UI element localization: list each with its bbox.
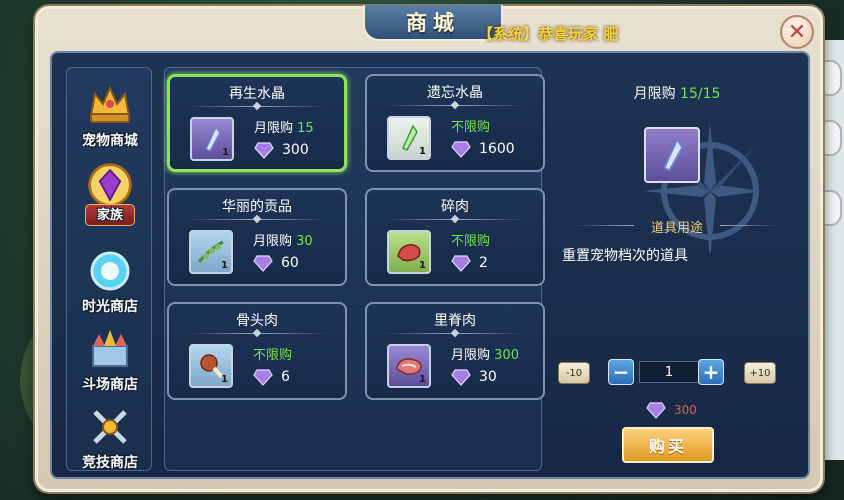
item-price: 30 <box>451 368 497 386</box>
competition-swords-icon <box>85 404 135 450</box>
item-limit: 不限购 <box>253 348 293 363</box>
item-price: 1600 <box>451 140 515 158</box>
shop-panel: 宠物商城 家族 时光商店 斗场商店 竞技商店 再生水晶 1 月限购 15 300… <box>50 51 810 479</box>
quantity-stepper: -10 − 1 + +10 <box>554 359 800 389</box>
gem-icon <box>254 142 274 159</box>
divider <box>385 219 525 220</box>
item-name: 再生水晶 <box>229 86 285 102</box>
item-card-forget-crystal[interactable]: 遗忘水晶 1 不限购 1600 <box>365 74 545 172</box>
item-use-header: 道具用途 <box>554 217 800 236</box>
total-price: 300 <box>646 401 697 419</box>
quantity-input[interactable]: 1 <box>639 361 699 383</box>
item-name: 碎肉 <box>441 199 469 215</box>
system-message: 【系统】恭喜玩家 肥 <box>478 25 619 43</box>
item-icon-slot: 1 <box>387 116 431 160</box>
item-name: 里脊肉 <box>434 313 476 329</box>
item-limit: 月限购 15 <box>254 121 314 136</box>
buy-button[interactable]: 购买 <box>622 427 714 463</box>
sidebar-item-label: 时光商店 <box>82 299 138 315</box>
item-icon-slot: 1 <box>387 344 431 388</box>
sidebar-item-label: 竞技商店 <box>82 455 138 471</box>
item-detail-panel: 月限购 15/15 道具用途 重置宠物档次的道具 -10 − 1 + +10 3… <box>554 67 800 471</box>
item-count: 1 <box>221 260 228 271</box>
gem-icon <box>451 369 471 386</box>
sidebar-item-pet-shop[interactable]: 宠物商城 <box>67 82 153 160</box>
close-button[interactable]: ✕ <box>780 15 814 49</box>
sidebar-item-label: 家族 <box>85 204 135 226</box>
item-use-description: 重置宠物档次的道具 <box>562 248 688 264</box>
sidebar-item-time-shop[interactable]: 时光商店 <box>67 248 153 326</box>
pet-shop-crown-icon <box>85 82 135 128</box>
item-price: 60 <box>253 254 299 272</box>
time-crystal-icon <box>85 248 135 294</box>
gem-icon <box>451 141 471 158</box>
divider <box>385 333 525 334</box>
divider <box>188 106 326 107</box>
gem-icon <box>451 255 471 272</box>
item-price: 6 <box>253 368 290 386</box>
close-icon: ✕ <box>787 19 807 45</box>
gem-icon <box>253 255 273 272</box>
item-icon-slot: 1 <box>189 344 233 388</box>
item-icon-slot: 1 <box>190 117 234 161</box>
minus-ten-button[interactable]: -10 <box>558 362 590 384</box>
gem-icon <box>646 402 666 419</box>
item-icon-slot: 1 <box>387 230 431 274</box>
item-name: 遗忘水晶 <box>427 85 483 101</box>
item-card-bone-meat[interactable]: 骨头肉 1 不限购 6 <box>167 302 347 400</box>
item-card-minced-meat[interactable]: 碎肉 1 不限购 2 <box>365 188 545 286</box>
item-card-tenderloin[interactable]: 里脊肉 1 月限购 300 30 <box>365 302 545 400</box>
divider <box>385 105 525 106</box>
monthly-limit: 月限购 15/15 <box>633 86 721 102</box>
item-limit: 不限购 <box>451 120 491 135</box>
sidebar-item-arena-shop[interactable]: 斗场商店 <box>67 326 153 404</box>
item-limit: 不限购 <box>451 234 491 249</box>
sidebar-item-family[interactable]: 家族 <box>67 162 153 240</box>
item-count: 1 <box>222 147 229 158</box>
sidebar-item-label: 宠物商城 <box>82 133 138 149</box>
purple-crystal-icon <box>663 137 684 172</box>
item-limit: 月限购 300 <box>451 348 519 363</box>
plus-icon: + <box>702 360 720 384</box>
item-count: 1 <box>419 260 426 271</box>
item-grid: 再生水晶 1 月限购 15 300 遗忘水晶 1 不限购 1600 华丽的贡品 … <box>164 67 545 471</box>
item-name: 骨头肉 <box>236 313 278 329</box>
item-card-regen-crystal[interactable]: 再生水晶 1 月限购 15 300 <box>167 74 347 172</box>
item-count: 1 <box>419 374 426 385</box>
arena-castle-icon <box>85 326 135 372</box>
divider <box>187 219 327 220</box>
item-card-gorgeous-offering[interactable]: 华丽的贡品 1 月限购 30 60 <box>167 188 347 286</box>
item-price: 2 <box>451 254 488 272</box>
gem-icon <box>253 369 273 386</box>
item-count: 1 <box>221 374 228 385</box>
divider <box>187 333 327 334</box>
minus-button[interactable]: − <box>608 359 634 385</box>
sidebar-item-competition-shop[interactable]: 竞技商店 <box>67 404 153 482</box>
plus-button[interactable]: + <box>698 359 724 385</box>
item-limit: 月限购 30 <box>253 234 313 249</box>
item-name: 华丽的贡品 <box>222 199 292 215</box>
minus-icon: − <box>612 360 630 384</box>
family-crest-icon <box>85 162 135 208</box>
sidebar-item-label: 斗场商店 <box>82 377 138 393</box>
shop-category-sidebar: 宠物商城 家族 时光商店 斗场商店 竞技商店 <box>66 67 152 471</box>
item-price: 300 <box>254 141 309 159</box>
selected-item-slot <box>644 127 700 183</box>
item-count: 1 <box>419 146 426 157</box>
item-icon-slot: 1 <box>189 230 233 274</box>
plus-ten-button[interactable]: +10 <box>744 362 776 384</box>
shop-window: 商城 【系统】恭喜玩家 肥 ✕ 宠物商城 家族 时光商店 斗场商店 竞技商店 再… <box>35 5 823 492</box>
